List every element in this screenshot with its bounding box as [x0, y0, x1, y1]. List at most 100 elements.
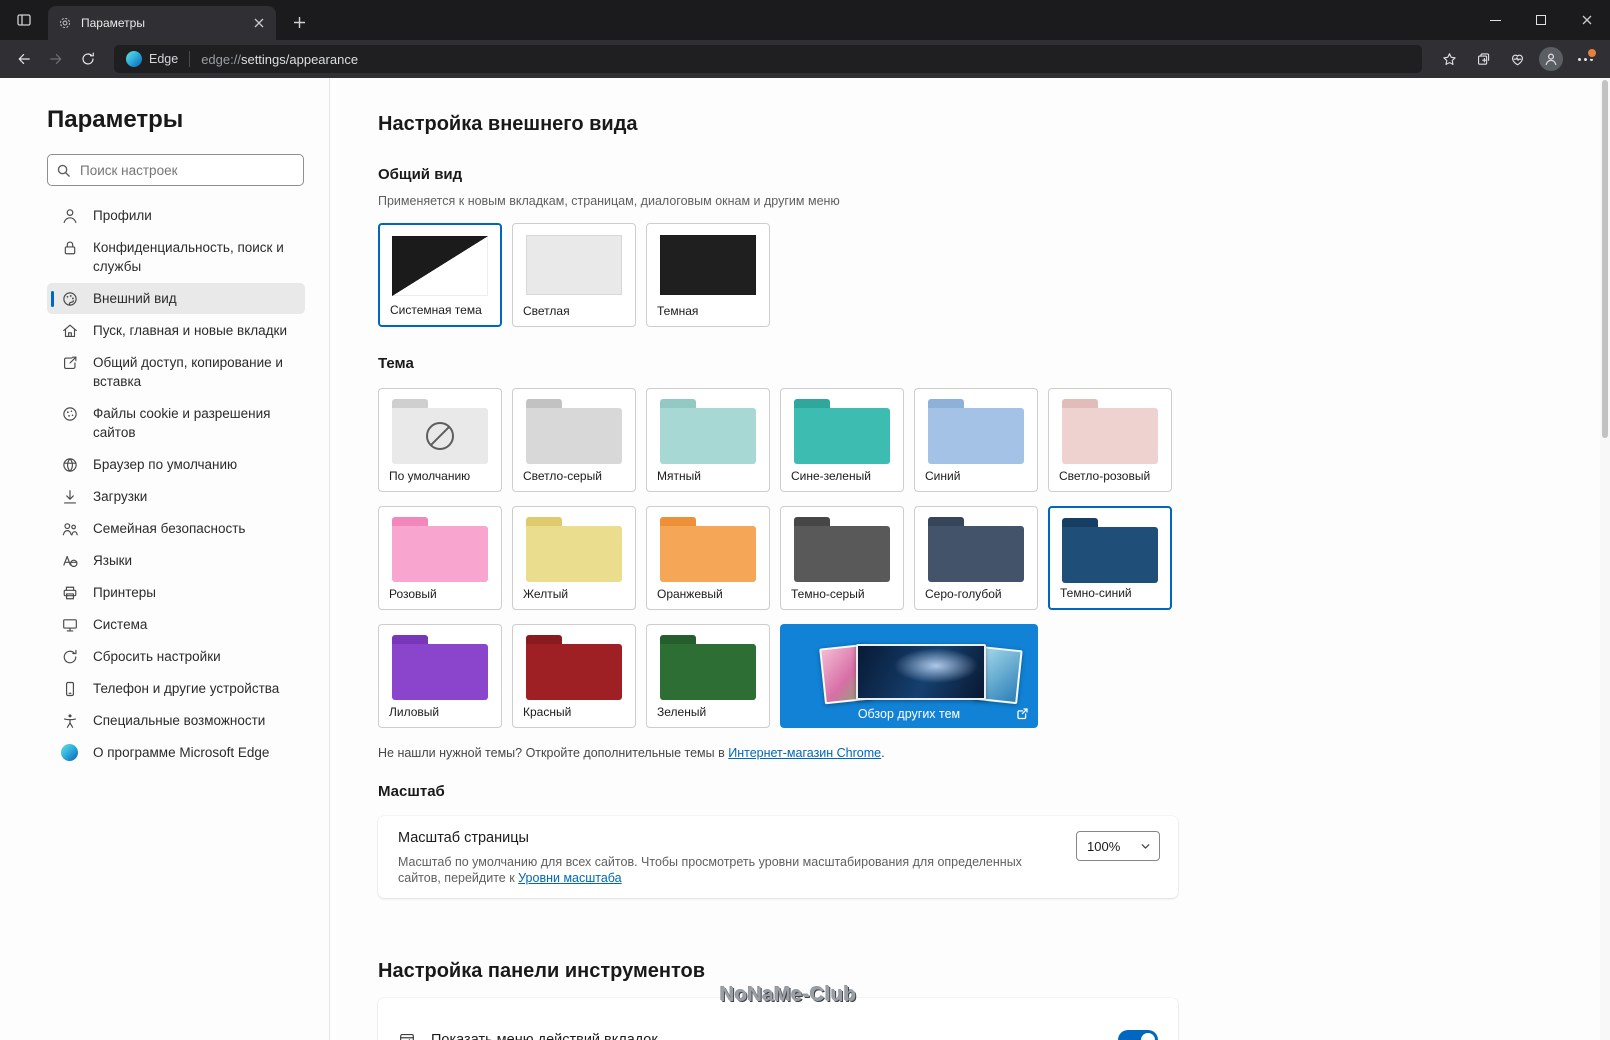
sidebar-item-label: Специальные возможности	[93, 713, 266, 728]
collections-icon[interactable]	[1466, 42, 1500, 76]
languages-icon	[61, 552, 79, 570]
settings-more-icon[interactable]	[1568, 42, 1602, 76]
sidebar-item-label: Конфиденциальность, поиск и службы	[93, 240, 284, 274]
mode-label: Темная	[657, 304, 699, 318]
theme-card[interactable]: Оранжевый	[646, 506, 770, 610]
scrollbar-thumb[interactable]	[1602, 80, 1608, 438]
appearance-icon	[61, 290, 79, 308]
close-button[interactable]	[1564, 0, 1610, 40]
sidebar-item-label: Внешний вид	[93, 291, 177, 306]
theme-card[interactable]: Темно-серый	[780, 506, 904, 610]
open-external-icon	[1016, 707, 1029, 720]
mode-card-light[interactable]: Светлая	[512, 223, 636, 327]
sidebar-item-default-browser[interactable]: Браузер по умолчанию	[47, 449, 305, 480]
search-icon	[56, 163, 71, 178]
sidebar-title: Параметры	[47, 106, 184, 133]
chrome-webstore-link[interactable]: Интернет-магазин Chrome	[728, 746, 881, 760]
folder-preview	[660, 399, 756, 464]
theme-grid: По умолчанию Светло-серый Мятный Сине-зелен…	[378, 388, 1178, 728]
sidebar-item-cookies[interactable]: Файлы cookie и разрешения сайтов	[47, 398, 305, 448]
sidebar-item-start[interactable]: Пуск, главная и новые вкладки	[47, 315, 305, 346]
theme-card[interactable]: Красный	[512, 624, 636, 728]
sidebar-item-downloads[interactable]: Загрузки	[47, 481, 305, 512]
cookies-icon	[61, 405, 79, 423]
theme-label: Желтый	[523, 587, 569, 601]
sidebar-item-label: Принтеры	[93, 585, 156, 600]
folder-preview	[392, 399, 488, 464]
default-browser-icon	[61, 456, 79, 474]
theme-card[interactable]: По умолчанию	[378, 388, 502, 492]
theme-card[interactable]: Синий	[914, 388, 1038, 492]
sidebar-item-edge-logo[interactable]: О программе Microsoft Edge	[47, 737, 305, 768]
phone-icon	[61, 680, 79, 698]
theme-card[interactable]: Сине-зеленый	[780, 388, 904, 492]
search-input[interactable]	[78, 161, 295, 179]
minimize-button[interactable]	[1472, 0, 1518, 40]
sidebar-item-reset[interactable]: Сбросить настройки	[47, 641, 305, 672]
zoom-level-value: 100%	[1087, 838, 1121, 854]
site-label: Edge	[149, 52, 179, 66]
theme-thumbnail	[856, 644, 986, 700]
forward-button[interactable]	[40, 43, 72, 75]
tab-actions-menu-button[interactable]	[13, 9, 35, 31]
theme-card[interactable]: Светло-розовый	[1048, 388, 1172, 492]
maximize-button[interactable]	[1518, 0, 1564, 40]
avatar-icon	[1539, 47, 1563, 71]
theme-card[interactable]: Желтый	[512, 506, 636, 610]
sidebar-item-label: О программе Microsoft Edge	[93, 745, 270, 760]
new-tab-button[interactable]	[286, 9, 312, 35]
scrollbar[interactable]	[1600, 78, 1610, 1040]
refresh-button[interactable]	[72, 43, 104, 75]
sidebar-item-share[interactable]: Общий доступ, копирование и вставка	[47, 347, 305, 397]
back-button[interactable]	[8, 43, 40, 75]
sidebar-item-profiles[interactable]: Профили	[47, 200, 305, 231]
theme-label: Сине-зеленый	[791, 469, 871, 483]
theme-card[interactable]: Темно-синий	[1048, 506, 1172, 610]
zoom-level-dropdown[interactable]: 100%	[1076, 831, 1160, 861]
share-icon	[61, 354, 79, 372]
sidebar-item-label: Пуск, главная и новые вкладки	[93, 323, 287, 338]
mode-card-dark[interactable]: Темная	[646, 223, 770, 327]
folder-preview	[660, 517, 756, 582]
address-bar[interactable]: Edge edge://settings/appearance	[114, 45, 1422, 73]
edge-logo-icon	[126, 51, 142, 67]
theme-card[interactable]: Светло-серый	[512, 388, 636, 492]
show-tab-actions-toggle[interactable]	[1118, 1030, 1158, 1040]
sidebar-item-appearance[interactable]: Внешний вид	[47, 283, 305, 314]
sidebar-item-printers[interactable]: Принтеры	[47, 577, 305, 608]
theme-label: Красный	[523, 705, 572, 719]
theme-section-heading: Тема	[378, 355, 414, 372]
theme-card[interactable]: Розовый	[378, 506, 502, 610]
sidebar-item-privacy[interactable]: Конфиденциальность, поиск и службы	[47, 232, 305, 282]
favorites-icon[interactable]	[1432, 42, 1466, 76]
start-icon	[61, 322, 79, 340]
sidebar-item-languages[interactable]: Языки	[47, 545, 305, 576]
profile-avatar[interactable]	[1534, 42, 1568, 76]
active-tab[interactable]: Параметры	[48, 6, 276, 40]
sidebar-item-family[interactable]: Семейная безопасность	[47, 513, 305, 544]
zoom-levels-link[interactable]: Уровни масштаба	[518, 871, 621, 885]
theme-label: Лиловый	[389, 705, 440, 719]
theme-card[interactable]: Мятный	[646, 388, 770, 492]
settings-main: Настройка внешнего вида Общий вид Примен…	[330, 78, 1610, 1040]
theme-label: Синий	[925, 469, 961, 483]
sidebar-item-phone[interactable]: Телефон и другие устройства	[47, 673, 305, 704]
browse-themes-card[interactable]: Обзор других тем	[780, 624, 1038, 728]
sidebar-item-accessibility[interactable]: Специальные возможности	[47, 705, 305, 736]
mode-card-system[interactable]: Системная тема	[378, 223, 502, 327]
theme-card[interactable]: Серо-голубой	[914, 506, 1038, 610]
browser-essentials-icon[interactable]	[1500, 42, 1534, 76]
sidebar-item-label: Загрузки	[93, 489, 148, 504]
system-icon	[61, 616, 79, 634]
settings-search-box[interactable]	[47, 154, 304, 186]
address-divider	[189, 51, 191, 67]
folder-preview	[928, 517, 1024, 582]
folder-preview	[526, 517, 622, 582]
sidebar-item-label: Браузер по умолчанию	[93, 457, 238, 472]
zoom-text-block: Масштаб страницы Масштаб по умолчанию дл…	[398, 829, 1076, 886]
sidebar-item-system[interactable]: Система	[47, 609, 305, 640]
theme-card[interactable]: Лиловый	[378, 624, 502, 728]
tab-close-icon[interactable]	[250, 14, 268, 32]
theme-card[interactable]: Зеленый	[646, 624, 770, 728]
titlebar: Параметры	[0, 0, 1610, 40]
